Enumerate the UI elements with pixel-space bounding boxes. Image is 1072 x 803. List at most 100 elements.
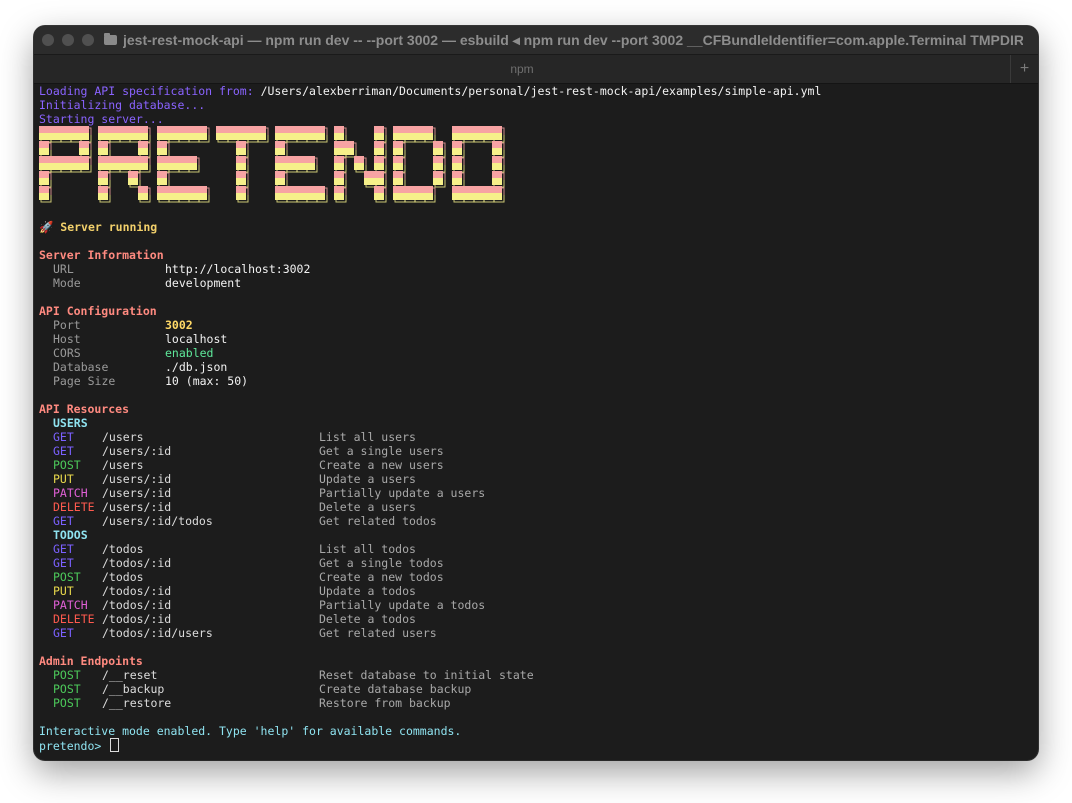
route-row: DELETE/todos/:id Delete a todos bbox=[39, 612, 1033, 626]
route-method: POST bbox=[53, 458, 81, 472]
title-bar: jest-rest-mock-api — npm run dev -- --po… bbox=[34, 26, 1038, 54]
route-description: Create a new todos bbox=[319, 570, 444, 584]
route-method: POST bbox=[53, 570, 81, 584]
route-description: Get a single users bbox=[319, 444, 444, 458]
route-method: POST bbox=[53, 696, 81, 710]
config-label: Page Size bbox=[53, 374, 116, 388]
ascii-banner bbox=[39, 126, 1033, 210]
info-label: URL bbox=[53, 262, 74, 276]
route-method: GET bbox=[53, 556, 74, 570]
route-method: PATCH bbox=[53, 486, 88, 500]
route-method: POST bbox=[53, 682, 81, 696]
route-path: /users/:id bbox=[102, 486, 172, 500]
banner-letter bbox=[216, 126, 269, 203]
route-path: /users bbox=[102, 430, 144, 444]
banner-letter bbox=[334, 126, 387, 203]
route-path: /__reset bbox=[102, 668, 158, 682]
route-path: /todos bbox=[102, 570, 144, 584]
info-row: URL http://localhost:3002 bbox=[39, 262, 1033, 276]
route-row: PATCH/todos/:id Partially update a todos bbox=[39, 598, 1033, 612]
route-description: Partially update a users bbox=[319, 486, 486, 500]
banner-letter bbox=[275, 126, 328, 203]
route-method: DELETE bbox=[53, 500, 95, 514]
tab-bar: npm + bbox=[34, 54, 1038, 84]
folder-icon bbox=[104, 33, 117, 45]
status-line: 🚀 Server running bbox=[39, 220, 1033, 234]
route-description: Create database backup bbox=[319, 682, 472, 696]
new-tab-button[interactable]: + bbox=[1010, 55, 1038, 83]
config-row: Port 3002 bbox=[39, 318, 1033, 332]
banner-letter bbox=[157, 126, 210, 203]
route-method: GET bbox=[53, 514, 74, 528]
route-method: GET bbox=[53, 444, 74, 458]
info-row: Mode development bbox=[39, 276, 1033, 290]
route-path: /__backup bbox=[102, 682, 165, 696]
config-row: Database ./db.json bbox=[39, 360, 1033, 374]
banner-logo bbox=[39, 126, 505, 203]
route-row: POST /__restore Restore from backup bbox=[39, 696, 1033, 710]
route-row: DELETE/users/:id Delete a users bbox=[39, 500, 1033, 514]
prompt-line[interactable]: pretendo> bbox=[39, 738, 1033, 753]
route-path: /todos bbox=[102, 542, 144, 556]
route-description: Delete a todos bbox=[319, 612, 416, 626]
route-description: Create a new users bbox=[319, 458, 444, 472]
banner-letter bbox=[452, 126, 505, 203]
resource-group-users: USERS bbox=[53, 416, 88, 430]
route-path: /users/:id bbox=[102, 472, 172, 486]
loading-line: Loading API specification from: /Users/a… bbox=[39, 84, 1033, 98]
config-value: 3002 bbox=[165, 318, 193, 332]
route-path: /users/:id bbox=[102, 500, 172, 514]
banner-letter bbox=[393, 126, 446, 203]
zoom-button[interactable] bbox=[82, 34, 94, 46]
route-method: DELETE bbox=[53, 612, 95, 626]
terminal-output[interactable]: Loading API specification from: /Users/a… bbox=[39, 84, 1033, 760]
info-value: development bbox=[165, 276, 242, 290]
route-row: GET/users List all users bbox=[39, 430, 1033, 444]
route-description: Get a single todos bbox=[319, 556, 444, 570]
rocket-icon: 🚀 bbox=[39, 220, 54, 234]
config-row: CORS enabled bbox=[39, 346, 1033, 360]
minimize-button[interactable] bbox=[62, 34, 74, 46]
route-method: GET bbox=[53, 626, 74, 640]
route-row: PUT/todos/:id Update a todos bbox=[39, 584, 1033, 598]
route-path: /todos/:id bbox=[102, 612, 172, 626]
tab-npm[interactable]: npm bbox=[34, 55, 1010, 83]
route-row: POST/users Create a new users bbox=[39, 458, 1033, 472]
config-label: CORS bbox=[53, 346, 81, 360]
loading-path: /Users/alexberriman/Documents/personal/j… bbox=[260, 84, 822, 98]
route-description: Update a todos bbox=[319, 584, 416, 598]
route-path: /__restore bbox=[102, 696, 172, 710]
api-config-heading: API Configuration bbox=[39, 304, 157, 318]
route-row: PATCH/users/:id Partially update a users bbox=[39, 486, 1033, 500]
config-value: enabled bbox=[165, 346, 214, 360]
route-method: PUT bbox=[53, 584, 74, 598]
route-row: GET/todos/:id Get a single todos bbox=[39, 556, 1033, 570]
route-row: GET/users/:id Get a single users bbox=[39, 444, 1033, 458]
status-text: Server running bbox=[60, 220, 158, 234]
api-resources-heading: API Resources bbox=[39, 402, 130, 416]
route-description: Update a users bbox=[319, 472, 416, 486]
config-row: Host localhost bbox=[39, 332, 1033, 346]
config-row: Page Size 10 (max: 50) bbox=[39, 374, 1033, 388]
route-row: POST /__backup Create database backup bbox=[39, 682, 1033, 696]
route-row: GET/users/:id/todos Get related todos bbox=[39, 514, 1033, 528]
text-cursor bbox=[110, 738, 120, 752]
route-method: PATCH bbox=[53, 598, 88, 612]
window-title: jest-rest-mock-api — npm run dev -- --po… bbox=[123, 31, 1023, 48]
interactive-line: Interactive mode enabled. Type 'help' fo… bbox=[39, 724, 462, 738]
terminal-window: jest-rest-mock-api — npm run dev -- --po… bbox=[34, 26, 1038, 760]
route-path: /todos/:id bbox=[102, 584, 172, 598]
route-row: GET/todos List all todos bbox=[39, 542, 1033, 556]
route-row: GET/todos/:id/users Get related users bbox=[39, 626, 1033, 640]
prompt-text: pretendo> bbox=[39, 739, 109, 753]
close-button[interactable] bbox=[42, 34, 54, 46]
loading-prefix: Loading API specification from: bbox=[39, 84, 261, 98]
config-label: Port bbox=[53, 318, 81, 332]
config-label: Host bbox=[53, 332, 81, 346]
config-label: Database bbox=[53, 360, 109, 374]
resource-group-todos: TODOS bbox=[53, 528, 88, 542]
config-value: ./db.json bbox=[165, 360, 228, 374]
info-value: http://localhost:3002 bbox=[165, 262, 311, 276]
window-controls bbox=[42, 34, 94, 46]
route-description: Get related todos bbox=[319, 514, 437, 528]
